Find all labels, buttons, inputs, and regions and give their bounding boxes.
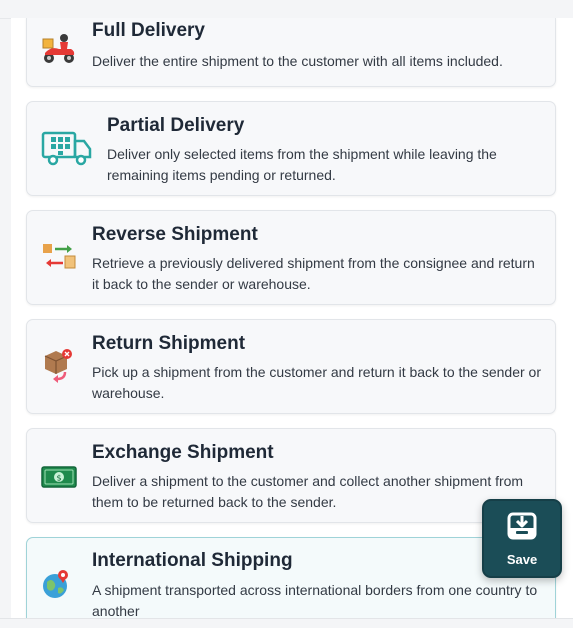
- option-full-delivery[interactable]: Full Delivery Deliver the entire shipmen…: [26, 18, 556, 87]
- option-description: Pick up a shipment from the customer and…: [92, 364, 541, 401]
- delivery-truck-icon: [41, 128, 93, 168]
- return-box-icon: [41, 348, 75, 384]
- option-description: A shipment transported across internatio…: [92, 582, 538, 618]
- save-button[interactable]: Save: [482, 499, 562, 578]
- option-title: Reverse Shipment: [92, 224, 258, 245]
- reverse-arrows-boxes-icon: [41, 241, 77, 273]
- globe-pin-icon: [41, 568, 71, 600]
- save-tray-icon: [507, 511, 537, 546]
- option-title: Return Shipment: [92, 333, 246, 354]
- delivery-scooter-icon: [41, 30, 77, 66]
- option-description: Deliver the entire shipment to the custo…: [92, 53, 503, 69]
- svg-text:$: $: [56, 474, 61, 483]
- option-exchange-shipment[interactable]: $ Exchange Shipment Deliver a shipment t…: [26, 428, 556, 523]
- option-partial-delivery[interactable]: Partial Delivery Deliver only selected i…: [26, 101, 556, 196]
- top-bar: [0, 0, 573, 19]
- option-title: Exchange Shipment: [92, 442, 274, 463]
- option-title: Full Delivery: [92, 20, 205, 41]
- save-label: Save: [506, 551, 538, 567]
- option-description: Retrieve a previously delivered shipment…: [92, 255, 535, 292]
- option-international-shipping[interactable]: International Shipping A shipment transp…: [26, 537, 556, 618]
- option-return-shipment[interactable]: Return Shipment Pick up a shipment from …: [26, 319, 556, 414]
- option-title: Partial Delivery: [107, 115, 245, 136]
- option-description: Deliver only selected items from the shi…: [107, 146, 497, 183]
- cash-bill-icon: $: [41, 466, 77, 488]
- option-title: International Shipping: [92, 550, 293, 571]
- option-description: Deliver a shipment to the customer and c…: [92, 473, 524, 510]
- option-reverse-shipment[interactable]: Reverse Shipment Retrieve a previously d…: [26, 210, 556, 305]
